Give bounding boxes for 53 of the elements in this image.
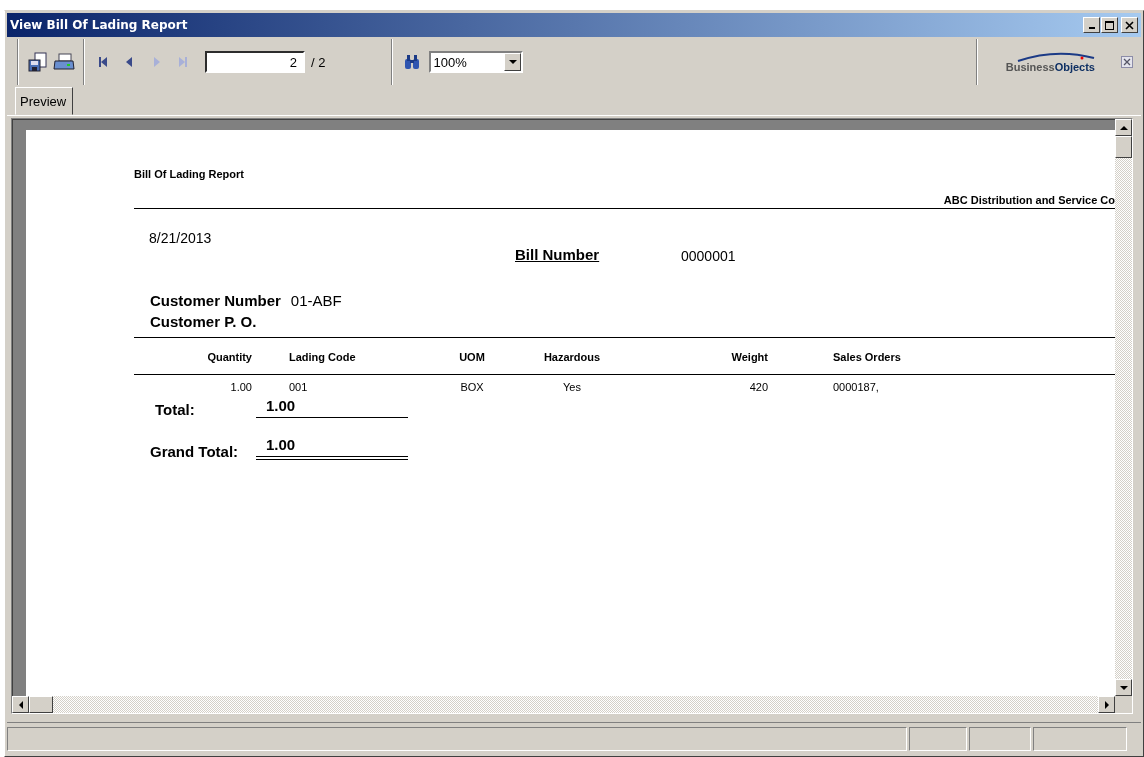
table-cell-text: 001	[288, 381, 309, 393]
company-name: ABC Distribution and Service Co	[942, 194, 1115, 208]
tab[interactable]: Preview	[15, 87, 74, 115]
caret-icon	[508, 60, 517, 64]
table-cell-text: BOX	[459, 381, 485, 393]
scroll-down-icon	[1119, 683, 1128, 692]
report-title: Bill Of Lading Report	[134, 167, 245, 182]
maximize-icon	[1105, 20, 1114, 30]
column-header: Sales Orders	[832, 351, 902, 363]
scroll-down-button[interactable]	[1115, 679, 1132, 696]
horizontal-scrollbar[interactable]	[12, 696, 1115, 713]
scroll-right-icon	[1102, 700, 1111, 709]
maximize-button[interactable]	[1101, 17, 1118, 33]
window-title: View Bill Of Lading Report	[10, 18, 189, 32]
column-header: UOM	[458, 351, 486, 363]
close-panel-button[interactable]	[1121, 56, 1133, 68]
vertical-scrollbar[interactable]	[1115, 119, 1132, 696]
zoom-dropdown[interactable]: 100%	[429, 51, 524, 73]
binoculars-icon	[403, 53, 422, 71]
scroll-thumb[interactable]	[29, 696, 53, 713]
total-value: 1.00	[256, 397, 408, 418]
total-value: 1.00	[256, 436, 408, 460]
minimize-button[interactable]	[1083, 17, 1100, 33]
logo: BusinessObjects	[1005, 51, 1095, 73]
field-value: 01-ABF	[290, 292, 342, 309]
close-icon	[1123, 58, 1131, 66]
scroll-up-button[interactable]	[1115, 119, 1132, 136]
report-date: 8/21/2013	[148, 230, 213, 248]
column-header: Hazardous	[542, 351, 602, 363]
column-header: Lading Code	[288, 351, 357, 363]
field-label: Customer P. O.	[150, 313, 258, 331]
close-icon	[1125, 20, 1134, 30]
scroll-left-button[interactable]	[12, 696, 29, 713]
printer-icon	[53, 53, 75, 71]
column-header: Weight	[730, 351, 769, 363]
field-value: 0000001	[681, 248, 736, 266]
page-total: / 2	[311, 54, 326, 70]
disk-page-icon	[28, 52, 48, 72]
field-label: Customer Number	[150, 292, 281, 309]
page-number-field[interactable]: 2	[205, 51, 305, 73]
field-label: Bill Number	[515, 246, 601, 265]
table-cell-text: 1.00	[229, 381, 253, 393]
table-cell-text: 0000187,	[832, 381, 880, 393]
scroll-right-button[interactable]	[1098, 696, 1115, 713]
scroll-thumb[interactable]	[1115, 136, 1132, 158]
scroll-up-icon	[1119, 123, 1128, 132]
minimize-icon	[1088, 27, 1095, 29]
table-cell-text: 420	[748, 381, 769, 393]
table-cell-text: Yes	[562, 381, 582, 393]
column-header: Quantity	[206, 351, 253, 363]
close-button[interactable]	[1121, 17, 1138, 33]
total-label: Grand Total:	[149, 443, 240, 460]
total-label: Total:	[154, 401, 196, 418]
